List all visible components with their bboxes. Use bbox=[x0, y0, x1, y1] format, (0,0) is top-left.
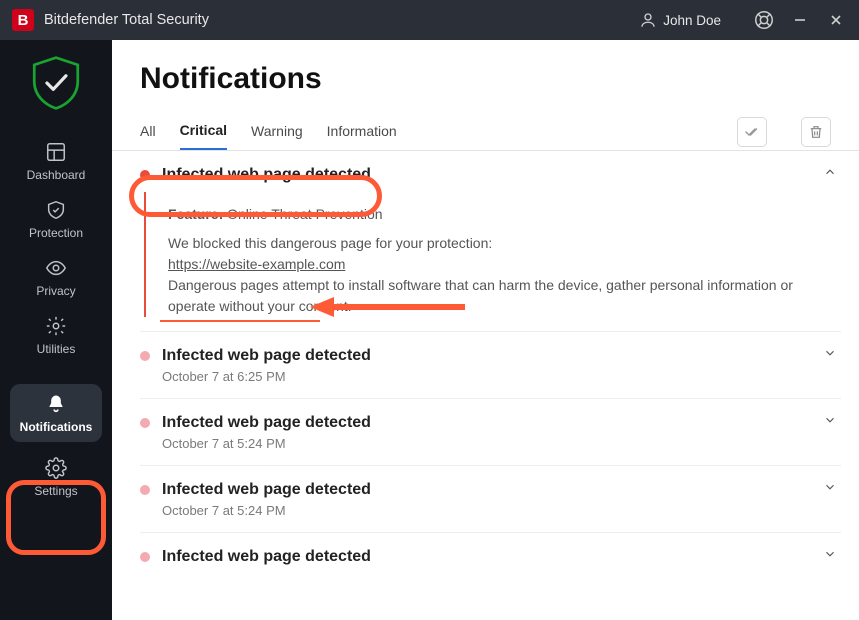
gear-icon bbox=[44, 314, 68, 338]
chevron-down-icon bbox=[823, 346, 837, 365]
minimize-button[interactable] bbox=[789, 9, 811, 31]
dashboard-icon bbox=[44, 140, 68, 164]
tab-warning[interactable]: Warning bbox=[251, 115, 303, 149]
delete-all-button[interactable] bbox=[801, 117, 831, 147]
sidebar-item-settings[interactable]: Settings bbox=[10, 448, 102, 506]
sidebar-item-dashboard[interactable]: Dashboard bbox=[10, 132, 102, 190]
main-panel: Notifications All Critical Warning Infor… bbox=[112, 40, 859, 620]
sidebar-item-label: Notifications bbox=[20, 420, 93, 434]
sidebar-item-label: Settings bbox=[34, 484, 77, 498]
status-shield-icon bbox=[25, 52, 87, 114]
sidebar-item-label: Protection bbox=[29, 226, 83, 240]
notification-time: October 7 at 5:24 PM bbox=[162, 503, 837, 518]
mark-all-read-button[interactable] bbox=[737, 117, 767, 147]
notification-title: Infected web page detected bbox=[162, 481, 371, 499]
chevron-up-icon bbox=[823, 165, 837, 184]
severity-dot-icon bbox=[140, 170, 150, 180]
chevron-down-icon bbox=[823, 480, 837, 499]
sidebar-item-notifications[interactable]: Notifications bbox=[10, 384, 102, 442]
notification-detail: Feature: Online Threat Prevention We blo… bbox=[144, 192, 837, 317]
notification-entry[interactable]: Infected web page detected bbox=[140, 533, 841, 580]
notification-entry[interactable]: Infected web page detected October 7 at … bbox=[140, 466, 841, 533]
chevron-down-icon bbox=[823, 547, 837, 566]
tab-critical[interactable]: Critical bbox=[180, 114, 227, 150]
sidebar-item-label: Utilities bbox=[37, 342, 76, 356]
window-title: Bitdefender Total Security bbox=[44, 12, 209, 28]
tabs-row: All Critical Warning Information bbox=[112, 114, 859, 151]
notification-title: Infected web page detected bbox=[162, 347, 371, 365]
notification-time: October 7 at 6:25 PM bbox=[162, 369, 837, 384]
notification-header[interactable]: Infected web page detected bbox=[140, 480, 837, 499]
page-title: Notifications bbox=[112, 62, 859, 96]
detail-line-1: We blocked this dangerous page for your … bbox=[168, 233, 827, 254]
feature-label: Feature: bbox=[168, 206, 223, 222]
notification-title: Infected web page detected bbox=[162, 548, 371, 566]
sidebar-item-utilities[interactable]: Utilities bbox=[10, 306, 102, 364]
sidebar-item-protection[interactable]: Protection bbox=[10, 190, 102, 248]
sidebar-item-label: Dashboard bbox=[27, 168, 86, 182]
notification-entry-expanded[interactable]: Infected web page detected Feature: Onli… bbox=[140, 151, 841, 332]
shield-check-icon bbox=[44, 198, 68, 222]
detail-line-2: Dangerous pages attempt to install softw… bbox=[168, 275, 827, 317]
sidebar-item-privacy[interactable]: Privacy bbox=[10, 248, 102, 306]
notification-title: Infected web page detected bbox=[162, 166, 371, 184]
user-name: John Doe bbox=[663, 13, 721, 28]
notification-list[interactable]: Infected web page detected Feature: Onli… bbox=[112, 151, 859, 620]
tab-information[interactable]: Information bbox=[327, 115, 397, 149]
close-button[interactable] bbox=[825, 9, 847, 31]
severity-dot-icon bbox=[140, 552, 150, 562]
severity-dot-icon bbox=[140, 418, 150, 428]
notification-header[interactable]: Infected web page detected bbox=[140, 413, 837, 432]
user-icon bbox=[639, 11, 657, 29]
notification-entry[interactable]: Infected web page detected October 7 at … bbox=[140, 332, 841, 399]
notification-time: October 7 at 5:24 PM bbox=[162, 436, 837, 451]
support-button[interactable] bbox=[753, 9, 775, 31]
eye-icon bbox=[44, 256, 68, 280]
annotation-underline bbox=[160, 320, 320, 322]
app-logo: B bbox=[12, 9, 34, 31]
notification-title: Infected web page detected bbox=[162, 414, 371, 432]
notification-header[interactable]: Infected web page detected bbox=[140, 165, 837, 184]
feature-value: Online Threat Prevention bbox=[227, 206, 382, 222]
blocked-url-link[interactable]: https://website-example.com bbox=[168, 256, 345, 272]
notification-header[interactable]: Infected web page detected bbox=[140, 346, 837, 365]
severity-dot-icon bbox=[140, 351, 150, 361]
titlebar: B Bitdefender Total Security John Doe bbox=[0, 0, 859, 40]
sidebar-item-label: Privacy bbox=[36, 284, 75, 298]
notification-header[interactable]: Infected web page detected bbox=[140, 547, 837, 566]
severity-dot-icon bbox=[140, 485, 150, 495]
sidebar: Dashboard Protection Privacy Utilities bbox=[0, 40, 112, 620]
user-account-button[interactable]: John Doe bbox=[639, 11, 721, 29]
notification-entry[interactable]: Infected web page detected October 7 at … bbox=[140, 399, 841, 466]
chevron-down-icon bbox=[823, 413, 837, 432]
settings-icon bbox=[44, 456, 68, 480]
bell-icon bbox=[44, 392, 68, 416]
tab-all[interactable]: All bbox=[140, 115, 156, 149]
